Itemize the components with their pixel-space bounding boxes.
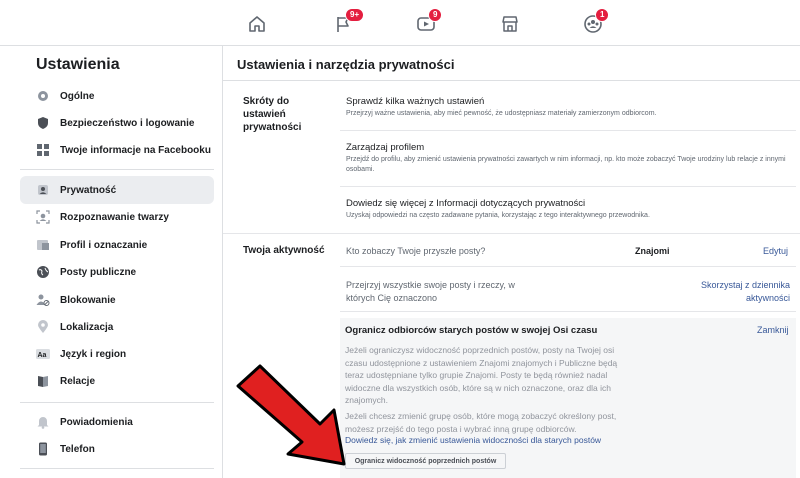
face-icon <box>36 210 50 224</box>
row-divider <box>340 311 796 312</box>
column-divider <box>222 46 223 478</box>
red-arrow-annotation <box>236 364 346 466</box>
row-divider <box>340 186 796 187</box>
sidebar-item-public-posts[interactable]: Posty publiczne <box>20 258 214 286</box>
sidebar-title: Ustawienia <box>36 56 120 73</box>
sidebar-item-label: Relacje <box>60 375 96 387</box>
shield-icon <box>36 116 50 130</box>
sidebar-divider <box>20 169 214 170</box>
sidebar-item-privacy[interactable]: Prywatność <box>20 176 214 204</box>
sidebar-divider <box>20 468 214 469</box>
sidebar-item-profile-tagging[interactable]: Profil i oznaczanie <box>20 231 214 259</box>
learn-more-link[interactable]: Dowiedz się, jak zmienić ustawienia wido… <box>345 435 601 445</box>
notification-badge: 9 <box>428 8 443 22</box>
row-divider <box>340 130 796 131</box>
sidebar-item-label: Rozpoznawanie twarzy <box>60 211 169 223</box>
sidebar-item-blocking[interactable]: Blokowanie <box>20 286 214 314</box>
row-description: Przejrzyj ważne ustawienia, aby mieć pew… <box>346 110 657 117</box>
sidebar-item-phone[interactable]: Telefon <box>20 435 214 463</box>
sidebar-item-label: Bezpieczeństwo i logowanie <box>60 117 195 129</box>
sidebar-item-label: Posty publiczne <box>60 266 137 278</box>
svg-text:Aa: Aa <box>38 352 47 359</box>
sidebar-item-label: Ogólne <box>60 90 95 102</box>
sidebar-item-label: Blokowanie <box>60 294 116 306</box>
section-divider <box>223 233 800 234</box>
tag-icon <box>36 238 50 252</box>
row-title: Dowiedz się więcej z Informacji dotycząc… <box>346 198 586 209</box>
sidebar-item-face-recognition[interactable]: Rozpoznawanie twarzy <box>20 203 214 231</box>
sidebar-item-label: Telefon <box>60 443 95 455</box>
row-title: Zarządzaj profilem <box>346 142 425 153</box>
sidebar-item-label: Profil i oznaczanie <box>60 239 148 251</box>
future-posts-question: Kto zobaczy Twoje przyszłe posty? <box>346 246 486 256</box>
groups-icon[interactable]: 1 <box>583 8 610 36</box>
flag-icon[interactable]: 9+ <box>333 8 365 36</box>
marketplace-icon[interactable] <box>500 14 522 36</box>
grid-icon <box>36 143 50 157</box>
row-description: Przejdź do profilu, aby zmienić ustawien… <box>346 156 786 173</box>
top-navigation: 9+ 9 1 <box>0 0 800 46</box>
notification-badge: 9+ <box>345 8 365 22</box>
panel-paragraph-1: Jeżeli ograniczysz widoczność poprzednic… <box>345 345 618 405</box>
sidebar-item-label: Powiadomienia <box>60 416 133 428</box>
sidebar-item-label: Język i region <box>60 348 127 360</box>
home-icon[interactable] <box>247 14 269 36</box>
settings-sidebar: Ustawienia Ogólne Bezpieczeństwo i logow… <box>20 46 222 478</box>
sidebar-item-location[interactable]: Lokalizacja <box>20 313 214 341</box>
gear-icon <box>36 89 50 103</box>
row-divider <box>340 266 796 267</box>
page-title: Ustawienia i narzędzia prywatności <box>237 57 455 72</box>
lock-person-icon <box>36 183 50 197</box>
row-description: Uzyskaj odpowiedzi na często zadawane py… <box>346 212 650 219</box>
language-icon: Aa <box>36 347 50 361</box>
globe-icon <box>36 265 50 279</box>
sidebar-item-language-region[interactable]: Aa Język i region <box>20 340 214 368</box>
bell-icon <box>36 415 50 429</box>
location-pin-icon <box>36 320 50 334</box>
notification-badge: 1 <box>595 8 610 22</box>
block-user-icon <box>36 293 50 307</box>
sidebar-item-label: Lokalizacja <box>60 321 114 333</box>
title-divider <box>223 80 800 81</box>
panel-title: Ogranicz odbiorców starych postów w swoj… <box>345 325 598 336</box>
sidebar-item-label: Prywatność <box>60 184 117 196</box>
activity-log-link[interactable]: Skorzystaj z dziennika aktywności <box>680 279 790 305</box>
sidebar-item-your-information[interactable]: Twoje informacje na Facebooku <box>20 136 214 164</box>
watch-icon[interactable]: 9 <box>416 8 443 36</box>
section-label-privacy-shortcuts: Skróty do ustawień prywatności <box>243 96 302 133</box>
section-label-your-activity: Twoja aktywność <box>243 245 325 256</box>
limit-past-posts-button[interactable]: Ogranicz widoczność poprzednich postów <box>345 453 506 469</box>
sidebar-item-notifications[interactable]: Powiadomienia <box>20 408 214 436</box>
sidebar-divider <box>20 402 214 403</box>
edit-link[interactable]: Edytuj <box>763 245 788 258</box>
future-posts-audience: Znajomi <box>635 246 670 256</box>
close-link[interactable]: Zamknij <box>757 325 789 335</box>
sidebar-item-security[interactable]: Bezpieczeństwo i logowanie <box>20 109 214 137</box>
sidebar-item-general[interactable]: Ogólne <box>20 82 214 110</box>
row-title: Sprawdź kilka ważnych ustawień <box>346 96 485 107</box>
sidebar-item-stories[interactable]: Relacje <box>20 367 214 395</box>
panel-paragraph-2: Jeżeli chcesz zmienić grupę osób, które … <box>345 411 617 434</box>
phone-icon <box>36 442 50 456</box>
review-posts-text: Przejrzyj wszystkie swoje posty i rzeczy… <box>346 280 515 303</box>
book-icon <box>36 374 50 388</box>
sidebar-item-label: Twoje informacje na Facebooku <box>60 144 211 156</box>
